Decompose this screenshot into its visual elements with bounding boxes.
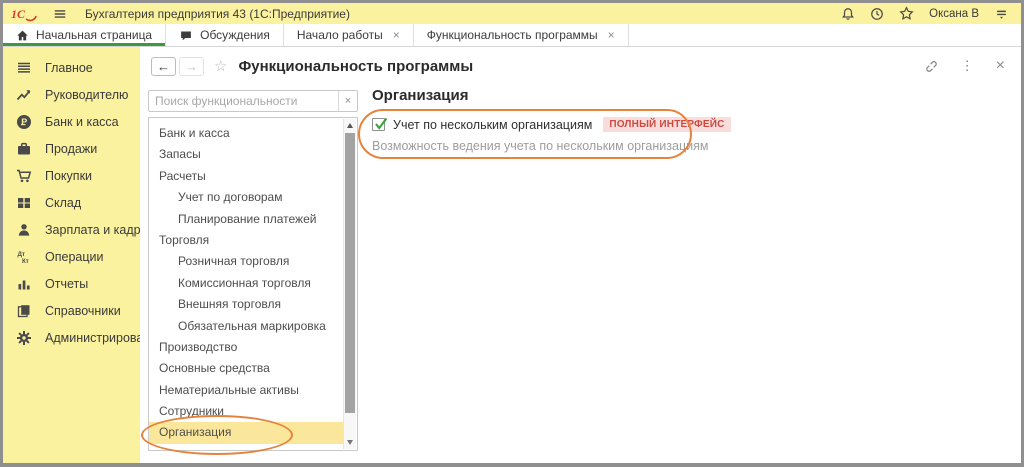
1c-logo[interactable]: 1С xyxy=(11,6,41,22)
functionality-nav-panel: Банк и кассаЗапасыРасчетыУчет по договор… xyxy=(148,117,358,451)
sidebar-item-label: Руководителю xyxy=(45,88,128,102)
forward-arrow-button[interactable]: → xyxy=(179,57,204,76)
close-form-icon[interactable]: × xyxy=(996,58,1005,74)
multi-org-checkbox[interactable] xyxy=(372,118,385,131)
svg-text:Дт: Дт xyxy=(18,251,25,258)
get-link-icon[interactable] xyxy=(924,59,939,74)
scrollbar-thumb[interactable] xyxy=(345,133,355,413)
sidebar-item-label: Склад xyxy=(45,196,81,210)
tab[interactable]: Начало работы × xyxy=(284,24,414,46)
title-bar: 1С Бухгалтерия предприятия 43 (1С:Предпр… xyxy=(3,3,1021,24)
sidebar-item[interactable]: Отчеты xyxy=(3,270,140,297)
functionality-nav-item[interactable]: Основные средства xyxy=(149,358,343,379)
current-user[interactable]: Оксана В xyxy=(929,8,979,20)
functionality-search: × xyxy=(148,90,358,112)
sidebar-item[interactable]: Справочники xyxy=(3,297,140,324)
functionality-nav-item[interactable]: Торговля xyxy=(149,230,343,251)
full-interface-badge: ПОЛНЫЙ ИНТЕРФЕЙС xyxy=(603,117,730,132)
chat-icon xyxy=(179,29,193,42)
svg-text:1С: 1С xyxy=(11,7,26,21)
more-menu-icon[interactable]: ⋮ xyxy=(961,58,974,74)
sidebar-item[interactable]: Зарплата и кадры xyxy=(3,216,140,243)
tab[interactable]: Функциональность программы × xyxy=(414,24,629,46)
sidebar-item-label: Банк и касса xyxy=(45,115,119,129)
tab-label: Начальная страница xyxy=(36,28,152,42)
functionality-nav-item[interactable]: Обязательная маркировка xyxy=(149,316,343,337)
service-menu-icon[interactable] xyxy=(994,7,1009,21)
sidebar-item[interactable]: Продажи xyxy=(3,135,140,162)
warehouse-grid-icon xyxy=(16,195,32,211)
main-menu-icon[interactable] xyxy=(53,7,67,21)
cart-icon xyxy=(16,168,32,184)
sidebar-item[interactable]: ДтКт Операции xyxy=(3,243,140,270)
tab-label: Начало работы xyxy=(297,28,383,42)
gear-icon xyxy=(16,330,32,346)
back-arrow-button[interactable]: ← xyxy=(151,57,176,76)
add-favorite-star-icon[interactable]: ☆ xyxy=(214,57,227,75)
home-icon xyxy=(16,29,29,42)
functionality-nav-item[interactable]: Производство xyxy=(149,337,343,358)
book-icon xyxy=(16,303,32,319)
tab-close-icon[interactable]: × xyxy=(393,28,400,42)
svg-text:Р: Р xyxy=(21,117,27,127)
form-header: ← → ☆ Функциональность программы ⋮ × xyxy=(140,47,1021,85)
page-title: Функциональность программы xyxy=(238,58,473,75)
functionality-nav-item[interactable]: Розничная торговля xyxy=(149,251,343,272)
tab[interactable]: Обсуждения xyxy=(166,24,284,46)
sidebar-item[interactable]: Покупки xyxy=(3,162,140,189)
dt-kt-icon: ДтКт xyxy=(16,249,32,265)
functionality-nav-item[interactable]: Организация xyxy=(149,422,343,443)
person-icon xyxy=(16,222,32,238)
section-heading: Организация xyxy=(372,87,731,104)
scroll-up-icon[interactable] xyxy=(344,119,356,132)
list-scrollbar[interactable] xyxy=(343,119,356,449)
sidebar-item[interactable]: Руководителю xyxy=(3,81,140,108)
tab-label: Функциональность программы xyxy=(427,28,598,42)
multi-org-checkbox-label[interactable]: Учет по нескольким организациям xyxy=(393,118,592,132)
main-content: ← → ☆ Функциональность программы ⋮ × × xyxy=(140,47,1021,463)
sidebar-item-label: Зарплата и кадры xyxy=(45,223,150,237)
trend-icon xyxy=(16,87,32,103)
tab-bar: Начальная страница Обсуждения Начало работ… xyxy=(3,24,1021,47)
notifications-bell-icon[interactable] xyxy=(841,7,855,21)
sidebar-item-label: Продажи xyxy=(45,142,97,156)
tab-label: Обсуждения xyxy=(200,28,270,42)
sidebar-item[interactable]: Р Банк и касса xyxy=(3,108,140,135)
functionality-nav-item[interactable]: Расчеты xyxy=(149,166,343,187)
functionality-nav-item[interactable]: Комиссионная торговля xyxy=(149,273,343,294)
svg-text:Кт: Кт xyxy=(22,258,29,265)
sidebar-item[interactable]: Администрирование xyxy=(3,324,140,351)
bar-chart-icon xyxy=(16,276,32,292)
functionality-nav-item[interactable]: Учет по договорам xyxy=(149,187,343,208)
functionality-nav-item[interactable]: Банк и касса xyxy=(149,123,343,144)
functionality-nav-item[interactable]: Планирование платежей xyxy=(149,209,343,230)
sections-sidebar: Главное Руководителю Р Банк и касса Продажи П… xyxy=(3,47,140,463)
search-input[interactable] xyxy=(149,94,338,108)
history-clock-icon[interactable] xyxy=(870,7,884,21)
favorites-star-icon[interactable] xyxy=(899,6,914,21)
functionality-nav-item[interactable]: Внешняя торговля xyxy=(149,294,343,315)
sidebar-item-label: Покупки xyxy=(45,169,92,183)
app-window: 1С Бухгалтерия предприятия 43 (1С:Предпр… xyxy=(0,0,1024,467)
functionality-nav-item[interactable]: Нематериальные активы xyxy=(149,380,343,401)
organization-section: Организация Учет по нескольким организац… xyxy=(372,87,731,153)
sidebar-item-label: Операции xyxy=(45,250,103,264)
tab-close-icon[interactable]: × xyxy=(608,28,615,42)
tab[interactable]: Начальная страница xyxy=(3,24,166,46)
functionality-nav-item[interactable]: Запасы xyxy=(149,144,343,165)
briefcase-icon xyxy=(16,141,32,157)
sidebar-item-label: Справочники xyxy=(45,304,121,318)
menu-icon xyxy=(16,60,32,76)
sidebar-item-label: Главное xyxy=(45,61,93,75)
search-clear-icon[interactable]: × xyxy=(338,91,357,111)
functionality-nav-item[interactable]: Сотрудники xyxy=(149,401,343,422)
sidebar-item[interactable]: Главное xyxy=(3,54,140,81)
sidebar-item-label: Отчеты xyxy=(45,277,88,291)
ruble-circle-icon: Р xyxy=(16,114,32,130)
sidebar-item[interactable]: Склад xyxy=(3,189,140,216)
scroll-down-icon[interactable] xyxy=(344,436,356,449)
window-title: Бухгалтерия предприятия 43 (1С:Предприят… xyxy=(85,7,350,21)
option-description: Возможность ведения учета по нескольким … xyxy=(372,139,731,153)
